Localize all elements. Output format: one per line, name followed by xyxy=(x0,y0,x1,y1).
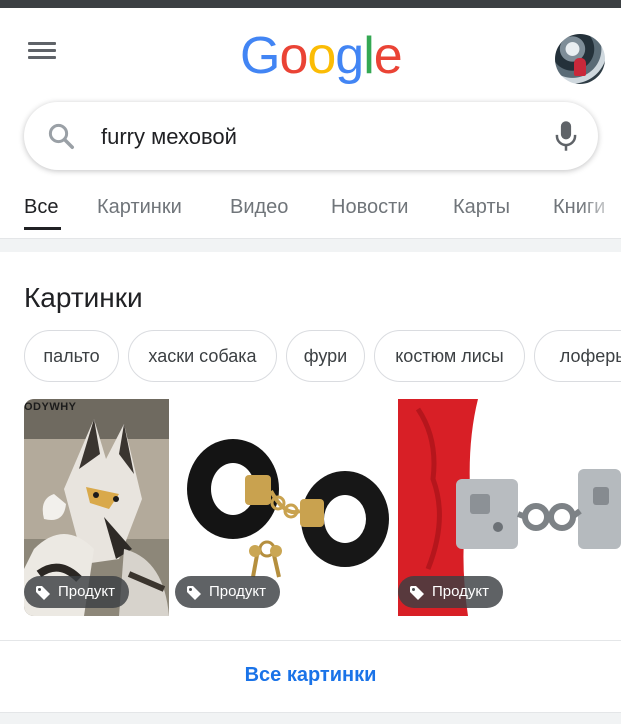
logo-letter: e xyxy=(373,27,403,85)
tabs-fade xyxy=(581,178,621,234)
product-badge: Продукт xyxy=(24,576,129,608)
image-result-red-handcuffs[interactable]: Продукт xyxy=(398,399,621,616)
user-avatar[interactable] xyxy=(555,34,605,84)
all-images-link[interactable]: Все картинки xyxy=(0,664,621,687)
logo-letter: g xyxy=(335,27,364,85)
tab-news[interactable]: Новости xyxy=(331,196,408,219)
section-separator xyxy=(0,238,621,252)
image-results: ODYWHY Продукт Продукт Продукт xyxy=(0,399,621,617)
images-section-title: Картинки xyxy=(24,282,143,313)
search-icon[interactable] xyxy=(46,121,76,151)
divider xyxy=(0,640,621,641)
logo-letter: l xyxy=(363,27,375,85)
logo-letter: o xyxy=(307,27,336,85)
tag-icon xyxy=(410,586,424,600)
chip-furry[interactable]: фури xyxy=(286,330,365,382)
status-strip xyxy=(0,0,621,8)
product-badge: Продукт xyxy=(398,576,503,608)
chip-fox-costume[interactable]: костюм лисы xyxy=(374,330,525,382)
search-tabs: Все Картинки Видео Новости Карты Книги xyxy=(0,178,621,234)
image-result-fursuit[interactable]: ODYWHY Продукт xyxy=(24,399,169,616)
header: Google xyxy=(0,8,621,96)
tab-video[interactable]: Видео xyxy=(230,196,288,219)
active-tab-indicator xyxy=(24,227,61,230)
tag-icon xyxy=(36,586,50,600)
image-watermark: ODYWHY xyxy=(24,401,77,413)
section-separator-bottom xyxy=(0,712,621,724)
tag-icon xyxy=(187,586,201,600)
microphone-icon[interactable] xyxy=(552,119,580,153)
product-badge-label: Продукт xyxy=(209,583,266,600)
search-input[interactable] xyxy=(101,122,521,152)
chip-loafers[interactable]: лоферы xyxy=(534,330,621,382)
tab-maps[interactable]: Карты xyxy=(453,196,510,219)
image-result-black-handcuffs[interactable]: Продукт xyxy=(175,399,392,616)
logo-letter: G xyxy=(240,27,280,85)
hamburger-menu-icon[interactable] xyxy=(26,38,64,68)
product-badge-label: Продукт xyxy=(58,583,115,600)
product-badge-label: Продукт xyxy=(432,583,489,600)
product-badge: Продукт xyxy=(175,576,280,608)
logo-letter: o xyxy=(279,27,308,85)
related-chips: пальто хаски собака фури костюм лисы лоф… xyxy=(0,330,621,384)
tab-images[interactable]: Картинки xyxy=(97,196,182,219)
chip-coat[interactable]: пальто xyxy=(24,330,119,382)
search-bar[interactable] xyxy=(24,102,598,170)
google-logo[interactable]: Google xyxy=(240,26,403,86)
chip-husky-dog[interactable]: хаски собака xyxy=(128,330,277,382)
tab-all[interactable]: Все xyxy=(24,196,58,219)
